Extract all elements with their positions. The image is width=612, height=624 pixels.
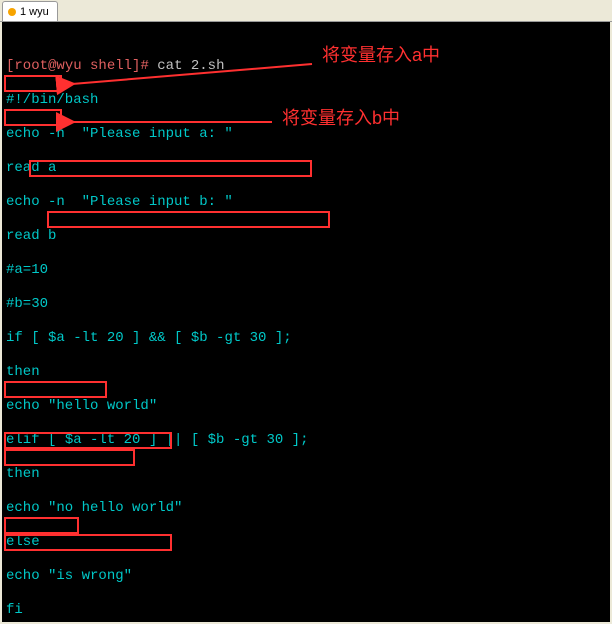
terminal-viewport[interactable]: [root@wyu shell]# cat 2.sh #!/bin/bash e… xyxy=(2,22,610,622)
script-line: #!/bin/bash xyxy=(6,92,606,109)
terminal-tab[interactable]: 1 wyu xyxy=(2,1,58,21)
tab-bar: 1 wyu xyxy=(0,0,612,22)
script-line: fi xyxy=(6,602,606,619)
script-line: #a=10 xyxy=(6,262,606,279)
tab-label: 1 wyu xyxy=(20,6,49,18)
script-line: echo "hello world" xyxy=(6,398,606,415)
script-line: echo "no hello world" xyxy=(6,500,606,517)
script-line: read b xyxy=(6,228,606,245)
script-line: elif [ $a -lt 20 ] || [ $b -gt 30 ]; xyxy=(6,432,606,449)
script-line: echo -n "Please input b: " xyxy=(6,194,606,211)
cmd-cat: cat 2.sh xyxy=(157,58,224,74)
prompt-line: [root@wyu shell]# cat 2.sh xyxy=(6,58,606,75)
script-line: read a xyxy=(6,160,606,177)
highlight-box-read-b xyxy=(4,109,62,126)
highlight-box-hello-world xyxy=(4,381,107,398)
script-line: echo -n "Please input a: " xyxy=(6,126,606,143)
highlight-box-is-wrong xyxy=(4,517,79,534)
script-line: then xyxy=(6,466,606,483)
script-line: else xyxy=(6,534,606,551)
script-line: then xyxy=(6,364,606,381)
highlight-box-elif-cond xyxy=(47,211,330,228)
tab-status-dot-icon xyxy=(8,8,16,16)
annotation-b: 将变量存入b中 xyxy=(282,110,400,127)
script-line: if [ $a -lt 20 ] && [ $b -gt 30 ]; xyxy=(6,330,606,347)
highlight-box-read-a xyxy=(4,75,62,92)
script-line: #b=30 xyxy=(6,296,606,313)
script-line: echo "is wrong" xyxy=(6,568,606,585)
highlight-box-no-hello-world xyxy=(4,449,135,466)
